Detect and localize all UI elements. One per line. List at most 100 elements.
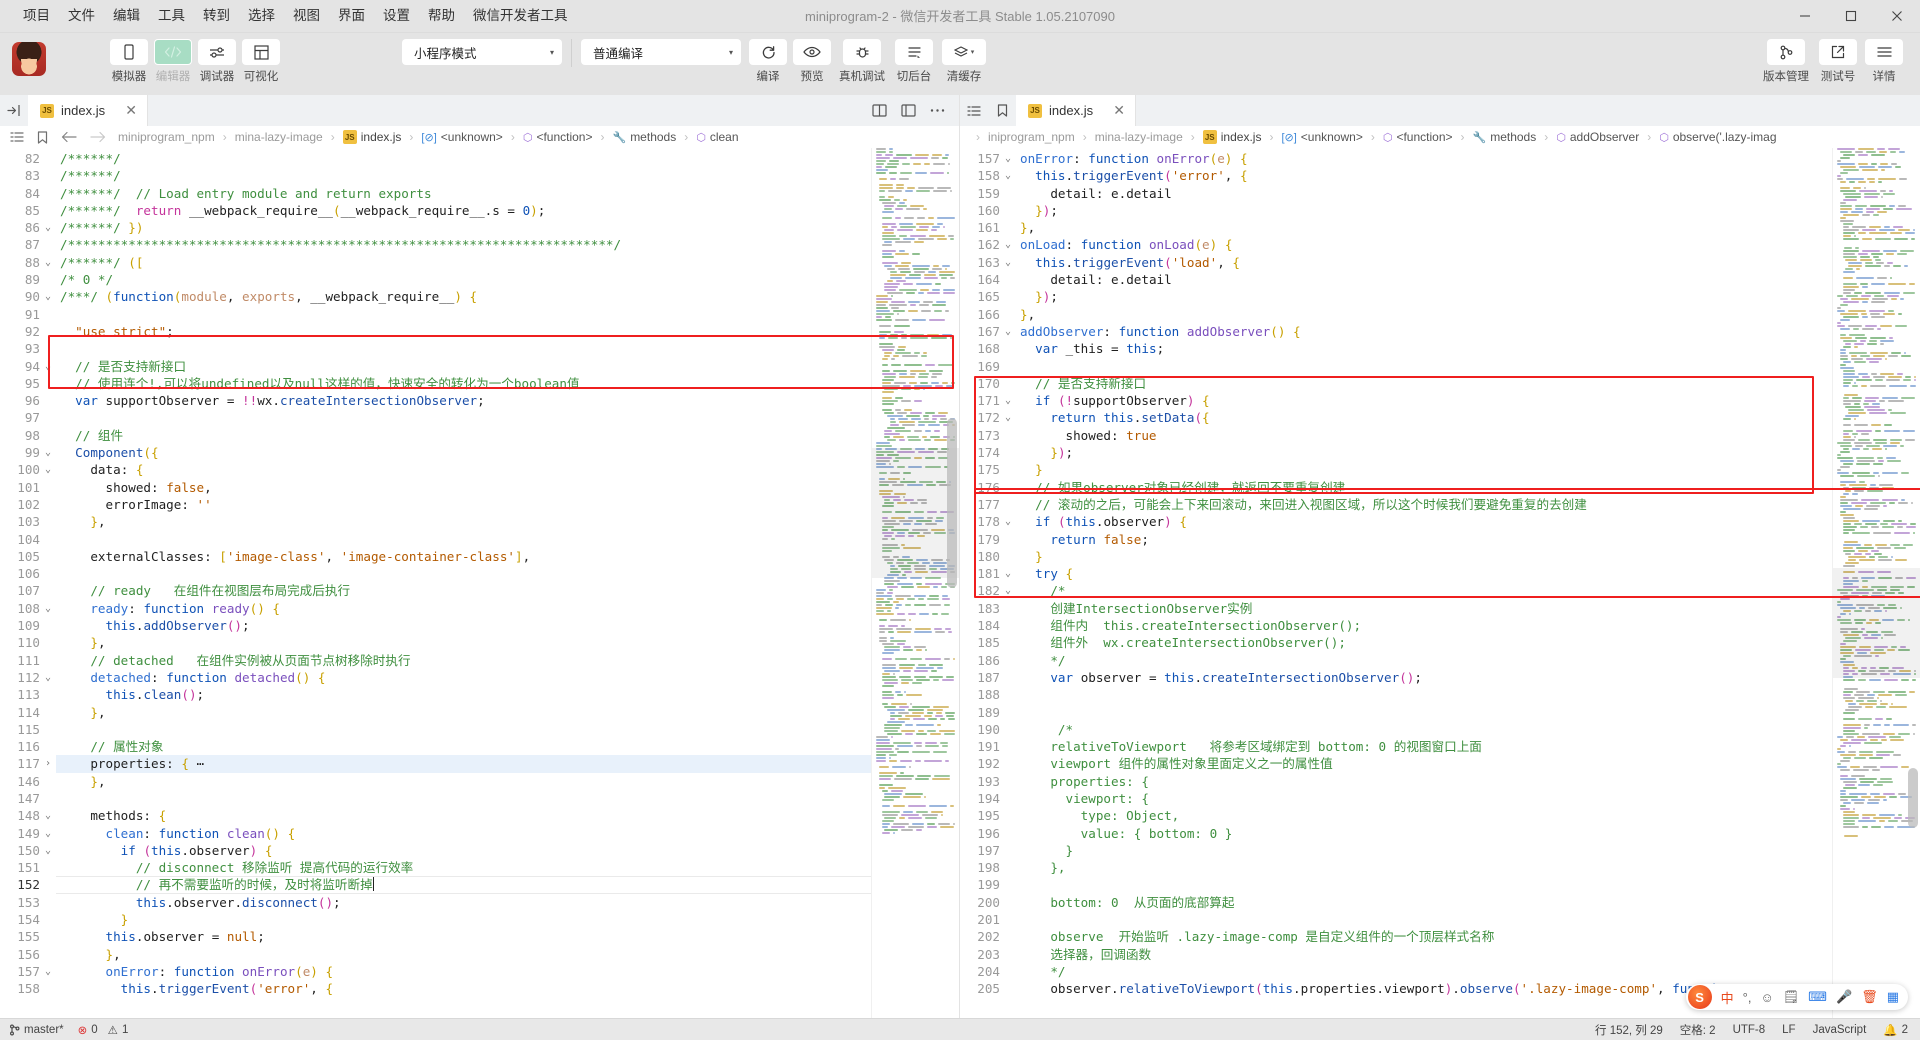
- status-notifications[interactable]: 🔔 2: [1883, 1023, 1908, 1037]
- status-language-mode[interactable]: JavaScript: [1813, 1024, 1867, 1036]
- code-line[interactable]: properties: {: [1016, 773, 1920, 790]
- background-button[interactable]: 切后台: [891, 37, 937, 84]
- left-code-area[interactable]: 82 83 84 85 ⌄ 86 87 ⌄ 88 89 ⌄ 90 91 92 93 ⌄ 94 95 96 97 98 ⌄ 9…: [0, 148, 959, 1018]
- code-line[interactable]: data: {: [56, 461, 959, 478]
- breadcrumb-item-mina-lazy-image[interactable]: mina-lazy-image ›: [233, 130, 341, 144]
- code-line[interactable]: // 滚动的之后，可能会上下来回滚动，来回进入视图区域，所以这个时候我们要避免重…: [1016, 496, 1920, 513]
- fold-toggle-icon[interactable]: ⌄: [1002, 150, 1014, 167]
- menu-item-view[interactable]: 视图: [284, 4, 329, 28]
- ime-language-toggle[interactable]: 中: [1721, 988, 1734, 1007]
- menu-item-tools[interactable]: 工具: [149, 4, 194, 28]
- forward-arrow-icon[interactable]: [90, 131, 106, 143]
- menu-item-ui[interactable]: 界面: [329, 4, 374, 28]
- layout-panel-icon[interactable]: [901, 104, 916, 117]
- breadcrumb-item-index-js[interactable]: JS index.js ›: [1201, 130, 1280, 144]
- fold-toggle-icon[interactable]: ⌄: [42, 600, 54, 617]
- sogou-logo-icon[interactable]: S: [1688, 985, 1712, 1009]
- left-vertical-scrollbar[interactable]: [947, 418, 957, 588]
- code-line[interactable]: [1016, 686, 1920, 703]
- status-indentation[interactable]: 空格: 2: [1680, 1022, 1716, 1038]
- tab-index-js[interactable]: JS index.js ✕: [28, 95, 148, 126]
- code-line[interactable]: this.addObserver();: [56, 617, 959, 634]
- avatar[interactable]: [12, 42, 46, 76]
- ime-punctuation-toggle[interactable]: °,: [1743, 990, 1752, 1005]
- right-code-area[interactable]: ⌄ 157 ⌄ 158 159 160 161 ⌄ 162 ⌄ 163 164 165 166 ⌄ 167 16…: [960, 148, 1920, 1018]
- fold-toggle-icon[interactable]: ⌄: [42, 219, 54, 236]
- code-line[interactable]: viewport 组件的属性对象里面定义之一的属性值: [1016, 755, 1920, 772]
- code-line[interactable]: relativeToViewport 将参考区域绑定到 bottom: 0 的视…: [1016, 738, 1920, 755]
- code-line[interactable]: },: [1016, 219, 1920, 236]
- code-line[interactable]: }: [1016, 461, 1920, 478]
- code-line[interactable]: var observer = this.createIntersectionOb…: [1016, 669, 1920, 686]
- code-line[interactable]: 组件外 wx.createIntersectionObserver();: [1016, 634, 1920, 651]
- code-line[interactable]: "use strict";: [56, 323, 959, 340]
- code-line[interactable]: var _this = this;: [1016, 340, 1920, 357]
- fold-toggle-icon[interactable]: ⌄: [42, 825, 54, 842]
- right-tab-index-js[interactable]: JS index.js ✕: [1016, 95, 1136, 126]
- breadcrumb-item-methods[interactable]: 🔧 methods ›: [610, 130, 694, 144]
- real-device-debug-button[interactable]: 真机调试: [835, 37, 889, 84]
- code-line[interactable]: },: [56, 634, 959, 651]
- code-line[interactable]: // 组件: [56, 427, 959, 444]
- code-line[interactable]: ready: function ready() {: [56, 600, 959, 617]
- status-branch[interactable]: master*: [9, 1024, 64, 1036]
- fold-toggle-icon[interactable]: ›: [42, 755, 54, 772]
- simulator-toggle-button[interactable]: 模拟器: [108, 37, 150, 84]
- editor-toggle-button[interactable]: 编辑器: [152, 37, 194, 84]
- close-icon[interactable]: ✕: [1103, 102, 1125, 119]
- code-line[interactable]: observe 开始监听 .lazy-image-comp 是自定义组件的一个顶…: [1016, 928, 1920, 945]
- code-line[interactable]: });: [1016, 288, 1920, 305]
- breadcrumb-item-index-js[interactable]: JS index.js ›: [341, 130, 420, 144]
- fold-toggle-icon[interactable]: ⌄: [42, 963, 54, 980]
- code-line[interactable]: */: [1016, 652, 1920, 669]
- outline-icon[interactable]: [10, 131, 24, 143]
- fold-toggle-icon[interactable]: ⌄: [1002, 254, 1014, 271]
- fold-toggle-icon[interactable]: ⌄: [42, 288, 54, 305]
- breadcrumb-item-miniprogram-npm[interactable]: › iniprogram_npm ›: [970, 130, 1093, 144]
- fold-toggle-icon[interactable]: ⌄: [1002, 167, 1014, 184]
- code-line[interactable]: // 是否支持新接口: [56, 358, 959, 375]
- code-line[interactable]: viewport: {: [1016, 790, 1920, 807]
- code-line[interactable]: // 是否支持新接口: [1016, 375, 1920, 392]
- left-minimap[interactable]: [871, 148, 959, 1018]
- fold-toggle-icon[interactable]: ⌄: [42, 444, 54, 461]
- version-control-button[interactable]: 版本管理: [1758, 37, 1814, 84]
- code-line[interactable]: bottom: 0 从页面的底部算起: [1016, 894, 1920, 911]
- menu-item-help[interactable]: 帮助: [419, 4, 464, 28]
- code-line[interactable]: this.clean();: [56, 686, 959, 703]
- menu-item-project[interactable]: 项目: [14, 4, 59, 28]
- code-line[interactable]: this.triggerEvent('load', {: [1016, 254, 1920, 271]
- code-line[interactable]: // 属性对象: [56, 738, 959, 755]
- code-line[interactable]: this.triggerEvent('error', {: [56, 980, 959, 997]
- code-line[interactable]: // disconnect 移除监听 提高代码的运行效率: [56, 859, 959, 876]
- menu-item-file[interactable]: 文件: [59, 4, 104, 28]
- code-line[interactable]: detail: e.detail: [1016, 271, 1920, 288]
- code-line[interactable]: var supportObserver = !!wx.createInterse…: [56, 392, 959, 409]
- code-line[interactable]: [56, 531, 959, 548]
- fold-toggle-icon[interactable]: ⌄: [1002, 323, 1014, 340]
- code-line[interactable]: [1016, 876, 1920, 893]
- explorer-toggle-icon[interactable]: [0, 95, 28, 126]
- fold-toggle-icon[interactable]: ⌄: [1002, 392, 1014, 409]
- code-line[interactable]: [1016, 704, 1920, 721]
- menu-item-goto[interactable]: 转到: [194, 4, 239, 28]
- code-line[interactable]: },: [1016, 306, 1920, 323]
- smiley-icon[interactable]: ☺: [1760, 990, 1773, 1005]
- code-line[interactable]: 选择器，回调函数: [1016, 946, 1920, 963]
- code-line[interactable]: onLoad: function onLoad(e) {: [1016, 236, 1920, 253]
- code-line[interactable]: [56, 340, 959, 357]
- preview-button[interactable]: 预览: [791, 37, 833, 84]
- code-line[interactable]: try {: [1016, 565, 1920, 582]
- code-line[interactable]: onError: function onError(e) {: [56, 963, 959, 980]
- breadcrumb-item-function[interactable]: ⬡ <function> ›: [1381, 130, 1471, 144]
- minimize-button[interactable]: [1782, 0, 1828, 33]
- compile-button[interactable]: 编译: [747, 37, 789, 84]
- visualizer-toggle-button[interactable]: 可视化: [240, 37, 282, 84]
- code-line[interactable]: [1016, 358, 1920, 375]
- test-account-button[interactable]: 测试号: [1814, 37, 1862, 84]
- details-button[interactable]: 详情: [1862, 37, 1906, 84]
- code-line[interactable]: if (this.observer) {: [56, 842, 959, 859]
- fold-toggle-icon[interactable]: ⌄: [42, 358, 54, 375]
- code-line[interactable]: [56, 790, 959, 807]
- code-line[interactable]: this.observer = null;: [56, 928, 959, 945]
